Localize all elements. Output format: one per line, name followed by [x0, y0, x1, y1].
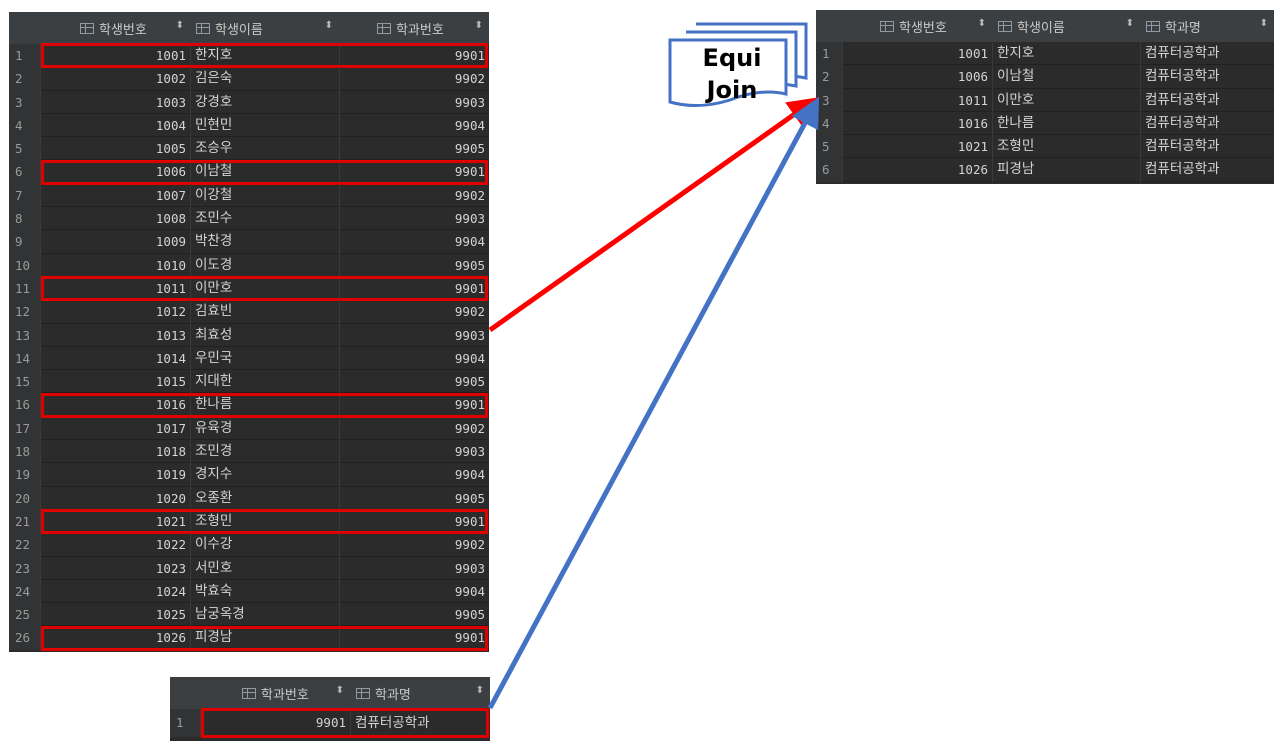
arrows-layer	[487, 96, 820, 710]
blue-join-arrow	[487, 96, 820, 710]
red-join-arrow	[488, 97, 819, 333]
